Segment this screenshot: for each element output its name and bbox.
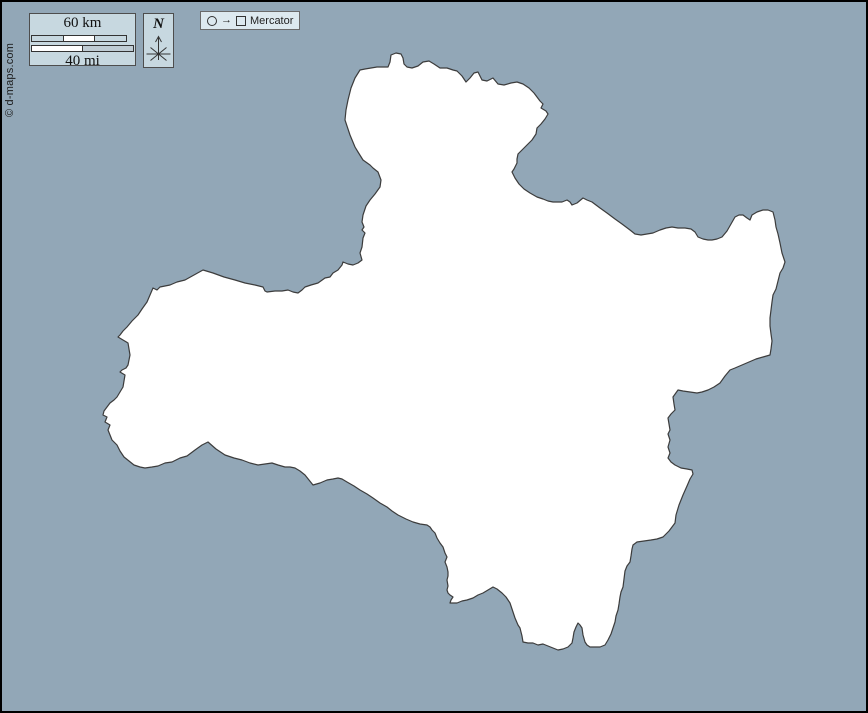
compass-box: N [143, 13, 174, 68]
projection-name: Mercator [250, 15, 293, 27]
scale-km-segment [32, 36, 64, 41]
region-outline [103, 53, 785, 650]
scale-km-segment [64, 36, 95, 41]
outline-map [2, 2, 866, 711]
scale-km-label: 60 km [30, 15, 135, 32]
scale-km-segment [94, 36, 126, 41]
scale-mi-label: 40 mi [30, 53, 135, 70]
compass-north-label: N [144, 16, 173, 32]
scale-mi-segment [82, 46, 133, 51]
circle-outline-icon [207, 16, 217, 26]
copyright-text: © d-maps.com [4, 7, 16, 117]
compass-rose-icon [145, 32, 172, 64]
map-canvas: © d-maps.com 60 km 40 mi N → [0, 0, 868, 713]
square-outline-icon [236, 16, 246, 26]
projection-box: → Mercator [200, 11, 300, 30]
scale-mi-segment [32, 46, 82, 51]
scale-km-bar [31, 35, 127, 42]
scale-mi-bar [31, 45, 134, 52]
scale-box: 60 km 40 mi [29, 13, 136, 66]
arrow-right-icon: → [221, 15, 232, 26]
